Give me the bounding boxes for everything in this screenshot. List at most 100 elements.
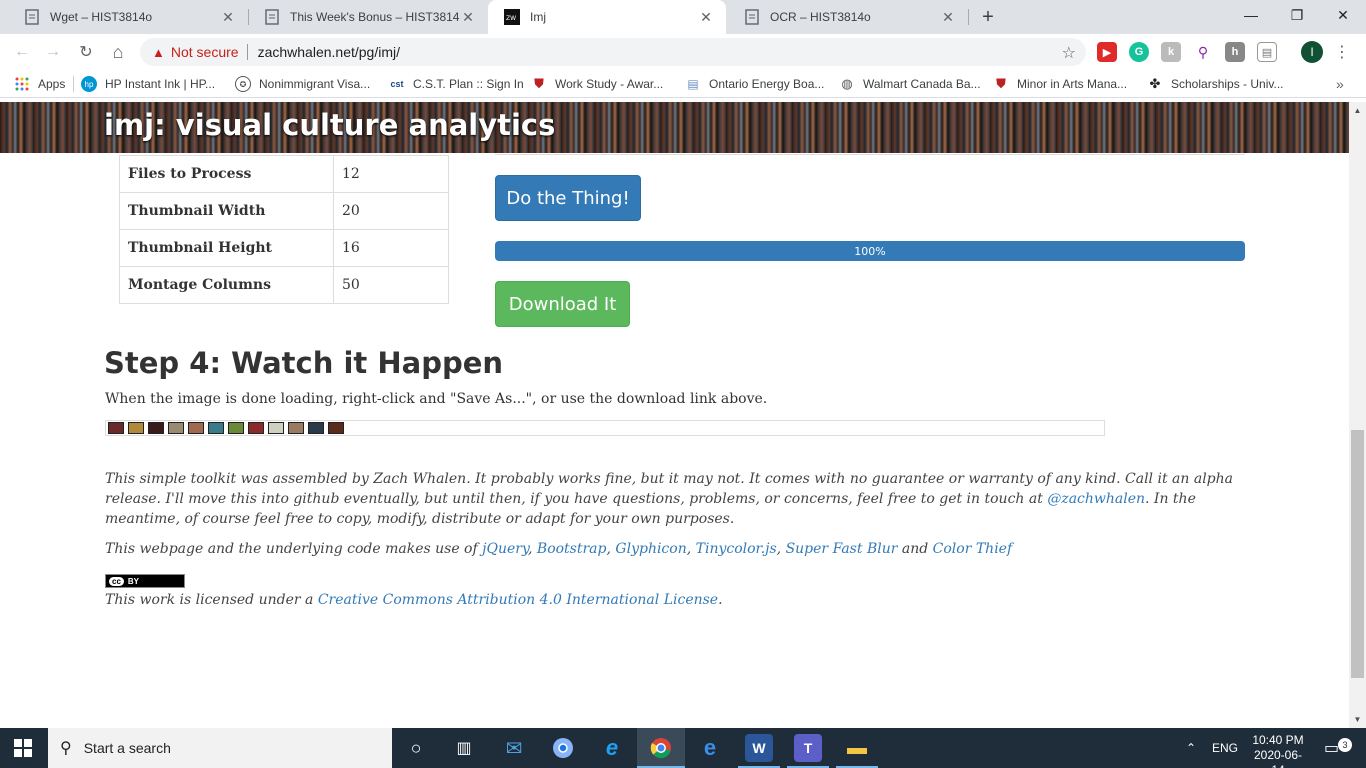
warning-icon[interactable]: ▲ bbox=[152, 45, 165, 60]
maximize-button[interactable]: ❐ bbox=[1274, 0, 1320, 30]
license-link[interactable]: Creative Commons Attribution 4.0 Interna… bbox=[318, 592, 718, 608]
home-button[interactable]: ⌂ bbox=[106, 40, 130, 64]
site-title[interactable]: imj: visual culture analytics bbox=[104, 108, 555, 142]
header-banner: imj: visual culture analytics bbox=[0, 102, 1349, 153]
grammarly-icon[interactable]: G bbox=[1129, 42, 1149, 62]
search-icon: ⚲ bbox=[60, 740, 72, 757]
montage-thumbnail bbox=[108, 422, 124, 434]
tab-imj[interactable]: ZW Imj ✕ bbox=[488, 0, 726, 34]
profile-avatar[interactable]: I bbox=[1301, 41, 1323, 63]
security-label[interactable]: Not secure bbox=[171, 44, 239, 60]
twitter-handle-link[interactable]: @zachwhalen bbox=[1047, 491, 1145, 507]
param-key: Thumbnail Width bbox=[119, 192, 334, 230]
bookmark-ontario-energy[interactable]: ▤ Ontario Energy Boa... bbox=[685, 76, 824, 92]
extension-red-icon[interactable]: ▶ bbox=[1097, 42, 1117, 62]
close-icon[interactable]: ✕ bbox=[940, 9, 956, 25]
download-button[interactable]: Download It bbox=[495, 281, 630, 327]
param-value: 20 bbox=[333, 192, 449, 230]
edge-icon[interactable]: e bbox=[696, 734, 724, 762]
bookmark-star-icon[interactable]: ☆ bbox=[1062, 43, 1076, 63]
jquery-link[interactable]: jQuery bbox=[482, 541, 528, 557]
bookmark-scholarships[interactable]: ✤ Scholarships - Univ... bbox=[1147, 76, 1284, 92]
file-explorer-icon[interactable]: ▬ bbox=[843, 734, 871, 762]
tab-ocr[interactable]: OCR – HIST3814o ✕ bbox=[728, 0, 968, 34]
extension-gray-icon[interactable]: k bbox=[1161, 42, 1181, 62]
bookmark-hp[interactable]: hp HP Instant Ink | HP... bbox=[81, 76, 215, 92]
teams-icon[interactable]: T bbox=[794, 734, 822, 762]
tab-title: Wget – HIST3814o bbox=[50, 10, 153, 24]
chrome-icon[interactable] bbox=[647, 734, 675, 762]
glyphicon-link[interactable]: Glyphicon bbox=[615, 541, 686, 557]
bookmark-walmart[interactable]: ◍ Walmart Canada Ba... bbox=[839, 76, 980, 92]
super-fast-blur-link[interactable]: Super Fast Blur bbox=[786, 541, 898, 557]
extension-h-icon[interactable]: h bbox=[1225, 42, 1245, 62]
new-tab-button[interactable]: + bbox=[976, 5, 1000, 29]
montage-thumbnail bbox=[128, 422, 144, 434]
license-paragraph: This work is licensed under a Creative C… bbox=[105, 590, 1255, 610]
bookmark-cst[interactable]: cst C.S.T. Plan :: Sign In bbox=[389, 76, 523, 92]
cortana-icon[interactable]: ○ bbox=[402, 734, 430, 762]
scroll-up-icon[interactable]: ▲ bbox=[1349, 102, 1366, 119]
bookmark-label: Work Study - Awar... bbox=[555, 77, 664, 91]
svg-text:ZW: ZW bbox=[506, 15, 516, 22]
notification-count-badge: 3 bbox=[1338, 738, 1352, 752]
divider bbox=[495, 154, 1245, 155]
cc-license-badge[interactable]: cc BY bbox=[105, 574, 185, 588]
search-placeholder: Start a search bbox=[83, 740, 171, 756]
forward-button[interactable]: → bbox=[41, 40, 65, 64]
bookmarks-bar: Apps hp HP Instant Ink | HP... ✪ Nonimmi… bbox=[0, 70, 1366, 98]
tray-chevron-icon[interactable]: ⌃ bbox=[1186, 728, 1196, 768]
zw-site-icon: ZW bbox=[504, 9, 520, 25]
minimize-button[interactable]: — bbox=[1228, 0, 1274, 30]
clock-time: 10:40 PM bbox=[1252, 733, 1304, 747]
page-scrollbar[interactable]: ▲ ▼ bbox=[1349, 102, 1366, 728]
bookmark-label: Ontario Energy Boa... bbox=[709, 77, 825, 91]
url-text[interactable]: zachwhalen.net/pg/imj/ bbox=[258, 44, 400, 60]
bookmark-work-study[interactable]: ⛊ Work Study - Awar... bbox=[531, 76, 663, 92]
mail-icon[interactable]: ✉ bbox=[500, 734, 528, 762]
bookmarks-more-button[interactable]: » bbox=[1336, 76, 1344, 92]
scroll-down-icon[interactable]: ▼ bbox=[1349, 711, 1366, 728]
credits-and: and bbox=[897, 541, 933, 557]
do-the-thing-button[interactable]: Do the Thing! bbox=[495, 175, 641, 221]
tab-title: This Week's Bonus – HIST3814o bbox=[290, 10, 460, 24]
back-button[interactable]: ← bbox=[10, 40, 34, 64]
close-window-button[interactable]: ✕ bbox=[1320, 0, 1366, 30]
maple-leaf-icon: ✤ bbox=[1149, 76, 1161, 91]
task-view-icon[interactable]: ▥ bbox=[450, 734, 478, 762]
address-bar[interactable]: ▲ Not secure zachwhalen.net/pg/imj/ ☆ bbox=[140, 38, 1086, 66]
bookmark-apps[interactable]: Apps bbox=[14, 76, 65, 92]
taskbar-search[interactable]: ⚲ Start a search bbox=[48, 728, 392, 768]
tinycolor-link[interactable]: Tinycolor.js bbox=[696, 541, 777, 557]
tab-bonus[interactable]: This Week's Bonus – HIST3814o ✕ bbox=[248, 0, 488, 34]
close-icon[interactable]: ✕ bbox=[220, 9, 236, 25]
chrome-alt-icon[interactable] bbox=[549, 734, 577, 762]
language-indicator[interactable]: ENG bbox=[1212, 728, 1238, 768]
extension-page-icon[interactable]: ▤ bbox=[1257, 42, 1277, 62]
close-icon[interactable]: ✕ bbox=[460, 9, 476, 25]
param-value: 50 bbox=[333, 266, 449, 304]
param-key: Montage Columns bbox=[119, 266, 334, 304]
credits-paragraph: This webpage and the underlying code mak… bbox=[105, 541, 1013, 557]
tab-title: OCR – HIST3814o bbox=[770, 10, 871, 24]
tab-wget[interactable]: Wget – HIST3814o ✕ bbox=[8, 0, 248, 34]
word-icon[interactable]: W bbox=[745, 734, 773, 762]
menu-icon[interactable]: ⋮ bbox=[1334, 42, 1350, 62]
windows-start-icon[interactable] bbox=[14, 739, 32, 757]
montage-thumbnail bbox=[148, 422, 164, 434]
document-icon bbox=[744, 9, 760, 25]
document-icon bbox=[24, 9, 40, 25]
bookmark-minor-arts[interactable]: ⛊ Minor in Arts Mana... bbox=[993, 76, 1127, 92]
bookmark-visa[interactable]: ✪ Nonimmigrant Visa... bbox=[235, 76, 370, 92]
extension-search-icon[interactable]: ⚲ bbox=[1193, 42, 1213, 62]
taskbar-clock[interactable]: 10:40 PM 2020-06-14 bbox=[1248, 733, 1308, 768]
reload-button[interactable]: ↻ bbox=[74, 40, 98, 64]
color-thief-link[interactable]: Color Thief bbox=[933, 541, 1013, 557]
bootstrap-link[interactable]: Bootstrap bbox=[537, 541, 607, 557]
montage-image[interactable] bbox=[105, 420, 1105, 436]
notifications-icon[interactable]: ▭ bbox=[1324, 728, 1339, 768]
shield-icon: ⛊ bbox=[534, 76, 544, 91]
close-icon[interactable]: ✕ bbox=[698, 9, 714, 25]
scrollbar-thumb[interactable] bbox=[1351, 430, 1364, 678]
internet-explorer-icon[interactable]: e bbox=[598, 734, 626, 762]
